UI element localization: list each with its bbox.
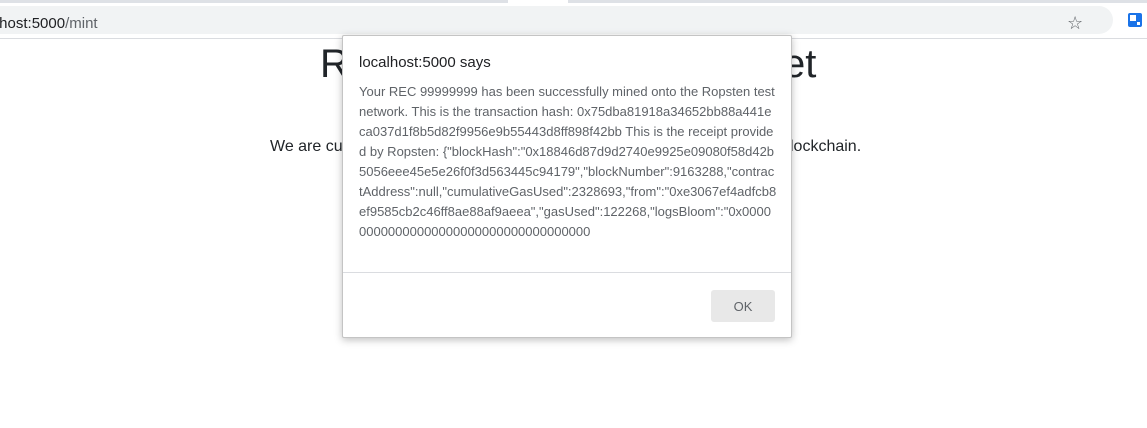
dialog-message[interactable]: Your REC 99999999 has been successfully … [359,82,777,272]
dialog-title: localhost:5000 says [359,54,491,71]
url-host: calhost:5000 [0,15,66,32]
url-text: calhost:5000/mint [0,15,98,32]
ok-button[interactable]: OK [711,290,775,322]
star-icon[interactable]: ☆ [1067,14,1083,32]
page-subtitle-left: We are cu [270,138,343,155]
browser-toolbar: calhost:5000/mint ☆ [0,3,1147,39]
extension-icon[interactable] [1127,12,1143,28]
dialog-divider [343,272,791,273]
alert-dialog: localhost:5000 says Your REC 99999999 ha… [342,35,792,338]
address-bar[interactable]: calhost:5000/mint ☆ [0,6,1113,34]
url-path: /mint [65,15,98,32]
page-subtitle-right: lockchain. [790,138,862,155]
